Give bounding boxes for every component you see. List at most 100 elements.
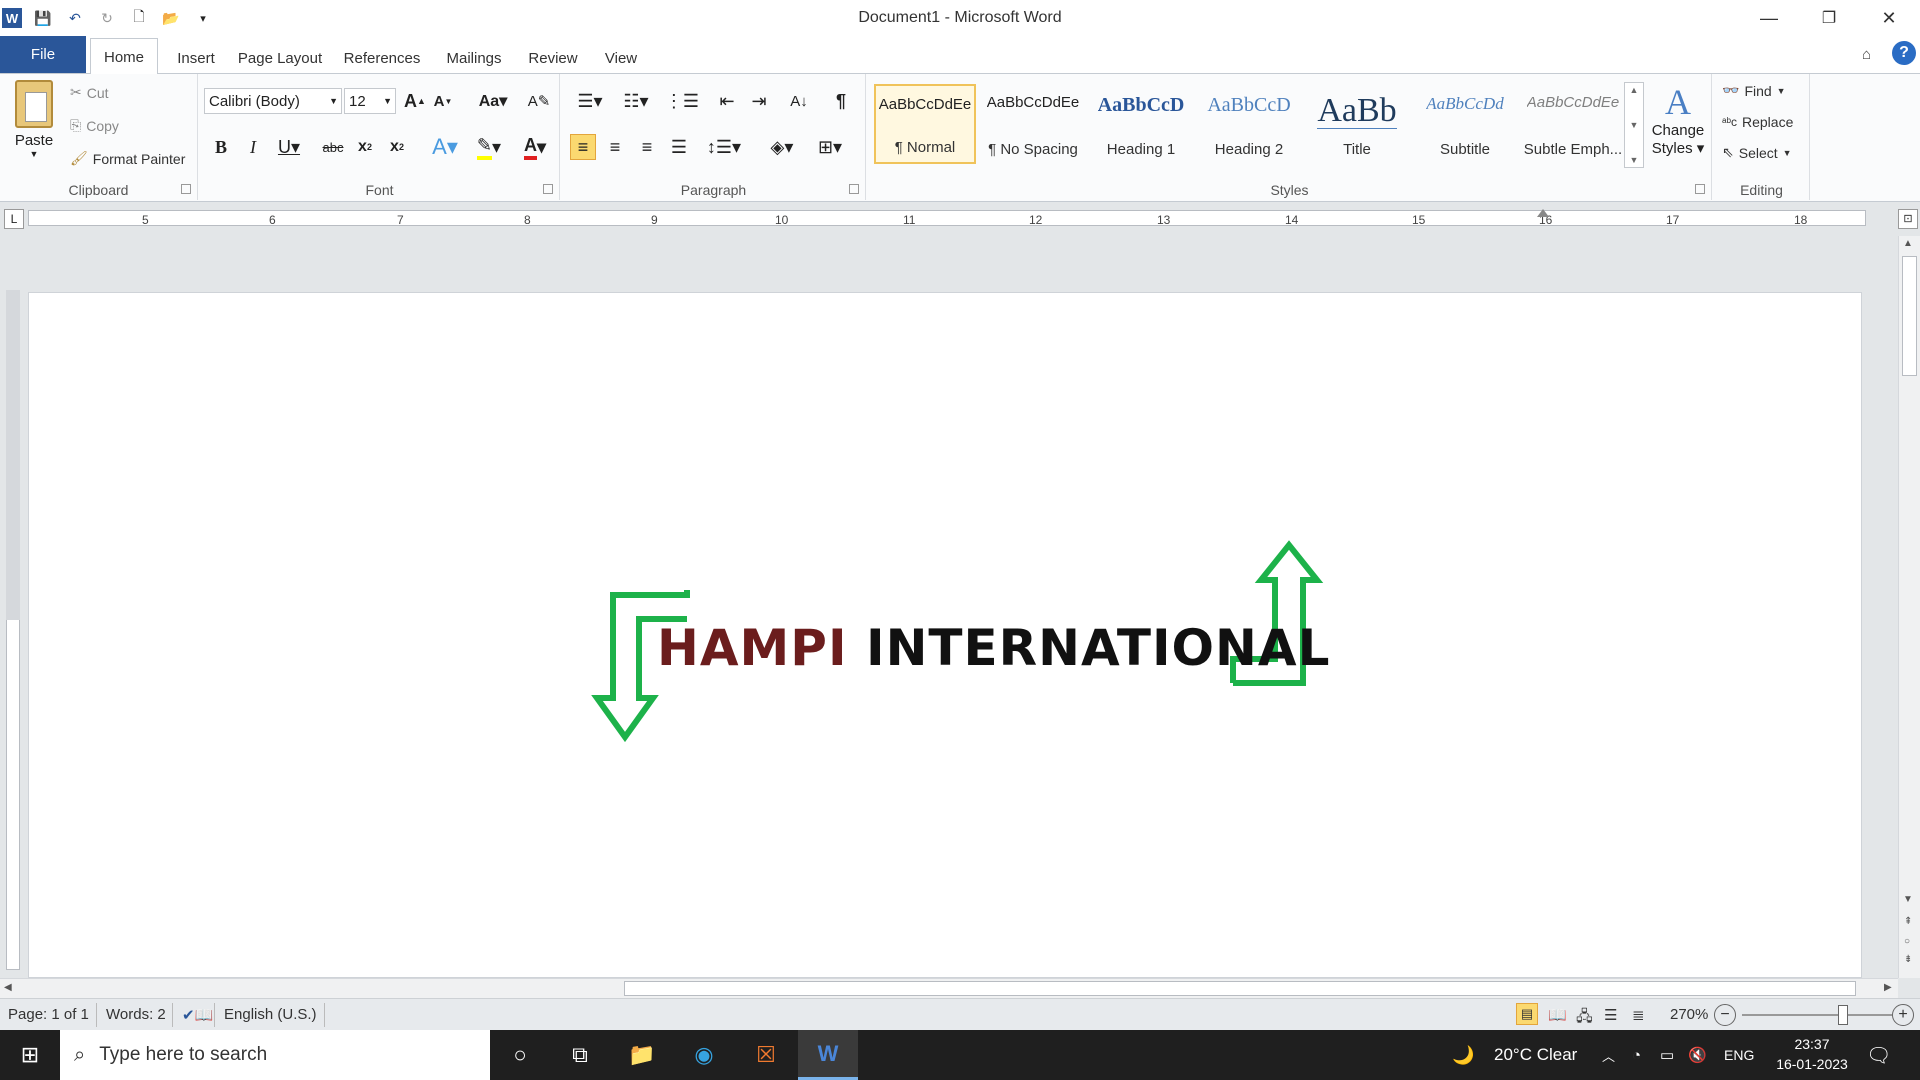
line-spacing-icon[interactable]: ↕☰▾ — [704, 134, 744, 160]
proofing-icon[interactable]: ✔📖 — [182, 1006, 213, 1024]
change-styles-button[interactable]: A Change Styles ▾ — [1648, 82, 1708, 174]
align-right-icon[interactable]: ≡ — [634, 134, 660, 160]
tab-home[interactable]: Home — [90, 38, 158, 75]
scroll-down-icon[interactable]: ▼ — [1903, 894, 1913, 905]
dialog-launcher-icon[interactable] — [543, 184, 553, 194]
weather[interactable]: 20°C Clear — [1494, 1030, 1577, 1080]
redo-icon[interactable]: ↻ — [96, 7, 118, 29]
show-formatting-icon[interactable]: ¶ — [828, 88, 854, 114]
justify-icon[interactable]: ☰ — [666, 134, 692, 160]
scroll-up-icon[interactable]: ▲ — [1630, 85, 1639, 95]
view-ruler-icon[interactable]: ⊡ — [1898, 209, 1918, 229]
help-icon[interactable]: ? — [1892, 41, 1916, 65]
close-icon[interactable]: ✕ — [1860, 0, 1918, 36]
draft-icon[interactable]: ≣ — [1632, 1006, 1645, 1024]
font-color-icon[interactable]: A ▾ — [516, 134, 554, 160]
highlight-icon[interactable]: ✎ ▾ — [470, 134, 508, 160]
browse-object-icon[interactable]: ○ — [1904, 936, 1910, 947]
shading-icon[interactable]: ◈▾ — [762, 134, 802, 160]
save-icon[interactable]: 💾 — [32, 7, 54, 29]
full-screen-reading-icon[interactable]: 📖 — [1548, 1006, 1567, 1024]
style-heading-2[interactable]: AaBbCcD Heading 2 — [1198, 84, 1300, 164]
right-indent-marker[interactable] — [1537, 209, 1549, 217]
taskbar-search[interactable]: ⌕ Type here to search — [60, 1030, 490, 1080]
decrease-indent-icon[interactable]: ⇤ — [714, 88, 740, 114]
edge-browser-icon[interactable]: ◉ — [674, 1030, 734, 1080]
tab-references[interactable]: References — [340, 42, 424, 74]
restore-icon[interactable]: ❐ — [1800, 0, 1858, 36]
bullets-icon[interactable]: ☰▾ — [570, 88, 610, 114]
file-explorer-icon[interactable]: 📁 — [612, 1030, 672, 1080]
scroll-right-icon[interactable]: ▶ — [1884, 982, 1892, 993]
document-page[interactable]: HAMPI INTERNATIONAL — [28, 292, 1862, 978]
strikethrough-icon[interactable]: abc — [318, 134, 348, 160]
outline-icon[interactable]: ☰ — [1604, 1006, 1617, 1024]
web-layout-icon[interactable]: 🖧 — [1576, 1006, 1593, 1031]
increase-indent-icon[interactable]: ⇥ — [746, 88, 772, 114]
text-effects-icon[interactable]: A▾ — [428, 134, 462, 160]
grow-font-icon[interactable]: A ▲ — [402, 88, 428, 114]
language[interactable]: English (U.S.) — [224, 1006, 317, 1023]
vertical-scrollbar[interactable]: ▲ ▼ ⇞ ○ ⇟ — [1898, 236, 1920, 978]
print-layout-icon[interactable]: ▤ — [1516, 1003, 1538, 1025]
open-folder-icon[interactable]: 📂 — [160, 7, 182, 29]
tab-file[interactable]: File — [0, 36, 86, 73]
style-heading-1[interactable]: AaBbCcD Heading 1 — [1090, 84, 1192, 164]
scroll-thumb[interactable] — [624, 981, 1856, 996]
borders-icon[interactable]: ⊞▾ — [810, 134, 850, 160]
minimize-icon[interactable]: — — [1740, 0, 1798, 36]
copy-button[interactable]: ⎘ Copy — [70, 117, 119, 134]
task-view-icon[interactable]: ⧉ — [550, 1030, 610, 1080]
network-icon[interactable]: ◔ — [1632, 1030, 1641, 1080]
battery-icon[interactable]: ▭ — [1660, 1030, 1674, 1080]
scroll-up-icon[interactable]: ▲ — [1903, 238, 1913, 249]
bold-icon[interactable]: B — [208, 134, 234, 160]
shrink-font-icon[interactable]: A ▼ — [430, 88, 456, 114]
more-styles-icon[interactable]: ▼ — [1630, 155, 1639, 165]
zoom-level[interactable]: 270% — [1670, 1006, 1708, 1023]
multilevel-list-icon[interactable]: ⋮☰ — [662, 88, 702, 114]
tab-page-layout[interactable]: Page Layout — [230, 42, 330, 74]
tab-view[interactable]: View — [594, 42, 648, 74]
word-taskbar-icon[interactable]: W — [798, 1030, 858, 1080]
zoom-out-icon[interactable]: − — [1714, 1004, 1736, 1026]
zoom-in-icon[interactable]: + — [1892, 1004, 1914, 1026]
tab-insert[interactable]: Insert — [166, 42, 226, 74]
scroll-down-icon[interactable]: ▼ — [1630, 120, 1639, 130]
tab-mailings[interactable]: Mailings — [436, 42, 512, 74]
collapse-ribbon-icon[interactable]: ⌂ — [1862, 46, 1871, 63]
clear-formatting-icon[interactable]: A✎ — [526, 88, 552, 114]
clock[interactable]: 23:37 16-01-2023 — [1764, 1034, 1860, 1074]
previous-page-icon[interactable]: ⇞ — [1904, 916, 1912, 927]
font-size-select[interactable]: 12 ▼ — [344, 88, 396, 114]
styles-gallery-scroll[interactable]: ▲ ▼ ▼ — [1624, 82, 1644, 168]
cortana-icon[interactable]: ○ — [490, 1030, 550, 1080]
scroll-left-icon[interactable]: ◀ — [4, 982, 12, 993]
sort-icon[interactable]: A↓ — [786, 88, 812, 114]
chevron-up-icon[interactable]: ︿ — [1602, 1030, 1615, 1080]
underline-icon[interactable]: U▾ — [272, 134, 306, 160]
style-title[interactable]: AaBb Title — [1306, 84, 1408, 164]
windows-start-icon[interactable]: ⊞ — [0, 1030, 60, 1080]
align-left-icon[interactable]: ≡ — [570, 134, 596, 160]
volume-muted-icon[interactable]: 🔇 — [1688, 1030, 1707, 1080]
customize-toolbar-icon[interactable]: ▾ — [192, 7, 214, 29]
horizontal-scrollbar[interactable]: ◀ ▶ — [0, 978, 1898, 998]
undo-icon[interactable]: ↶ — [64, 7, 86, 29]
numbering-icon[interactable]: ☷▾ — [616, 88, 656, 114]
xampp-icon[interactable]: ☒ — [736, 1030, 796, 1080]
zoom-slider-thumb[interactable] — [1838, 1005, 1848, 1025]
dialog-launcher-icon[interactable] — [181, 184, 191, 194]
dialog-launcher-icon[interactable] — [849, 184, 859, 194]
new-document-icon[interactable]: 🗋 — [128, 7, 150, 29]
style-subtitle[interactable]: AaBbCcDd Subtitle — [1414, 84, 1516, 164]
superscript-icon[interactable]: x2 — [384, 134, 410, 160]
style-subtle-emphasis[interactable]: AaBbCcDdEe Subtle Emph... — [1522, 84, 1624, 164]
format-painter-button[interactable]: 🖌 Format Painter — [70, 150, 185, 167]
change-case-icon[interactable]: Aa▾ — [476, 88, 510, 114]
zoom-slider[interactable] — [1742, 1014, 1892, 1016]
subscript-icon[interactable]: x2 — [352, 134, 378, 160]
align-center-icon[interactable]: ≡ — [602, 134, 628, 160]
paste-button[interactable]: Paste ▼ — [12, 80, 56, 172]
scroll-thumb[interactable] — [1902, 256, 1917, 376]
